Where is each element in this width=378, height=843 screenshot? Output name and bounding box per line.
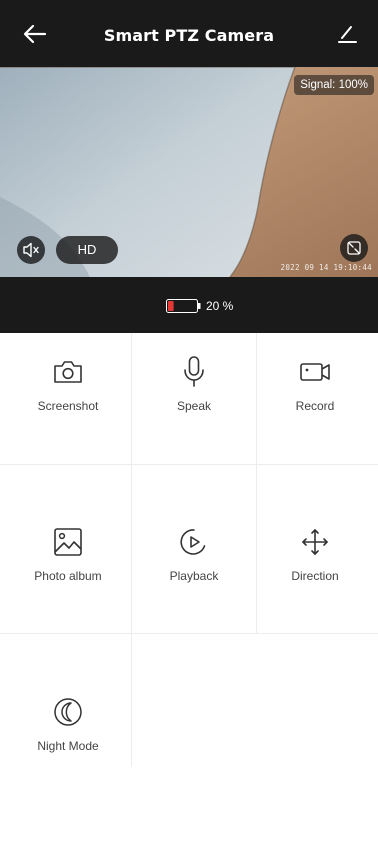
page-title: Smart PTZ Camera: [103, 26, 275, 45]
fullscreen-button[interactable]: [340, 234, 368, 262]
pencil-icon[interactable]: [336, 23, 358, 45]
status-bar: 20 %: [0, 277, 378, 333]
record-button[interactable]: Record: [252, 333, 378, 503]
playback-label: Playback: [169, 569, 219, 583]
speak-label: Speak: [176, 399, 212, 413]
app-header: Smart PTZ Camera: [0, 0, 378, 67]
photo-album-button[interactable]: Photo album: [5, 503, 131, 673]
quality-toggle-button[interactable]: HD: [56, 236, 118, 264]
direction-button[interactable]: Direction: [252, 503, 378, 673]
expand-icon: [347, 241, 361, 255]
screenshot-label: Screenshot: [37, 399, 99, 413]
battery-icon: [166, 299, 201, 313]
speaker-muted-icon: [23, 242, 39, 258]
moon-icon: [54, 698, 82, 726]
microphone-icon: [184, 356, 204, 387]
speak-button[interactable]: Speak: [131, 333, 257, 503]
video-camera-icon: [300, 363, 330, 381]
mute-button[interactable]: [17, 236, 45, 264]
video-timestamp: 2022 09 14 19:10:44: [280, 263, 372, 272]
direction-label: Direction: [291, 569, 339, 583]
signal-strength-label: Signal: 100%: [294, 75, 374, 95]
night-mode-label: Night Mode: [37, 739, 99, 753]
camera-icon: [54, 361, 82, 383]
move-arrows-icon: [302, 529, 328, 555]
camera-video-feed[interactable]: Signal: 100% HD 2022 09 14 19:10:44: [0, 67, 378, 277]
image-icon: [54, 528, 82, 556]
playback-button[interactable]: Playback: [131, 503, 257, 673]
action-grid: Screenshot Speak Record Photo album Play…: [0, 333, 378, 767]
record-label: Record: [295, 399, 335, 413]
battery-indicator: 20 %: [166, 298, 233, 314]
night-mode-button[interactable]: Night Mode: [5, 673, 131, 843]
playback-icon: [180, 529, 206, 555]
battery-percentage: 20 %: [206, 299, 234, 313]
screenshot-button[interactable]: Screenshot: [5, 333, 131, 503]
photo-album-label: Photo album: [34, 569, 102, 583]
